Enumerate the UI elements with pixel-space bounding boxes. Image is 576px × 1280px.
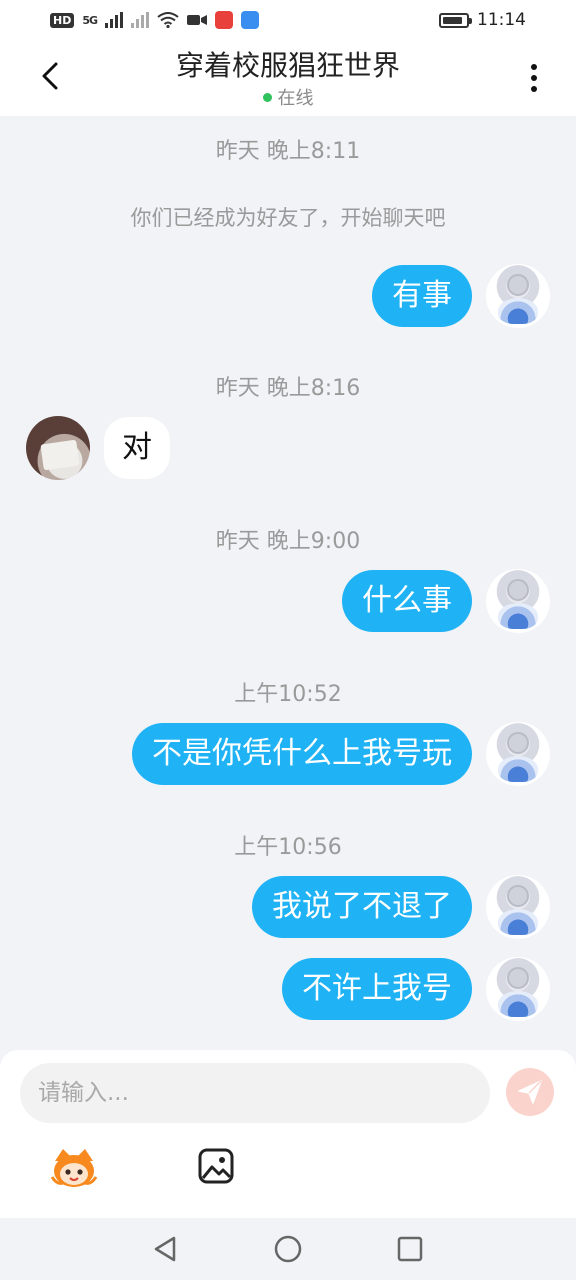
notification-app-icon <box>215 11 234 29</box>
chat-header: 穿着校服猖狂世界 在线 <box>0 40 576 116</box>
battery-icon <box>439 12 472 28</box>
hd-badge: HD <box>50 12 75 28</box>
wifi-icon <box>157 12 179 28</box>
send-icon <box>518 1080 542 1104</box>
more-options-button[interactable] <box>514 58 554 98</box>
system-message: 你们已经成为好友了，开始聊天吧 <box>130 206 446 230</box>
signal-icon <box>105 12 124 28</box>
status-left: HD 5G <box>50 11 260 29</box>
message-bubble-me[interactable]: 有事 <box>372 265 472 327</box>
video-icon <box>187 15 208 25</box>
clock: 11:14 <box>477 10 526 30</box>
message-bubble-peer[interactable]: 对 <box>104 417 170 479</box>
timestamp: 昨天 晚上9:00 <box>215 529 361 554</box>
my-avatar[interactable] <box>486 569 550 633</box>
nav-home-icon <box>274 1235 302 1263</box>
nav-back-button[interactable] <box>148 1232 182 1266</box>
my-avatar[interactable] <box>486 957 550 1021</box>
my-avatar[interactable] <box>486 875 550 939</box>
online-dot-icon <box>262 92 272 102</box>
timestamp: 上午10:56 <box>234 835 342 860</box>
nav-recents-icon <box>397 1236 423 1262</box>
signal-x-icon <box>131 12 150 28</box>
notification-app-icon-2 <box>241 11 260 29</box>
emoji-mascot-icon <box>50 1149 98 1187</box>
nav-back-icon <box>154 1236 176 1262</box>
timestamp: 上午10:52 <box>234 682 342 707</box>
more-vertical-icon <box>531 64 537 92</box>
timestamp: 昨天 晚上8:11 <box>215 139 361 164</box>
system-nav-bar <box>0 1218 576 1280</box>
composer-panel <box>0 1050 576 1218</box>
image-icon <box>198 1148 234 1184</box>
timestamp: 昨天 晚上8:16 <box>215 376 361 401</box>
message-bubble-me[interactable]: 不许上我号 <box>282 958 472 1020</box>
image-button[interactable] <box>196 1146 236 1186</box>
message-bubble-me[interactable]: 不是你凭什么上我号玩 <box>132 723 472 785</box>
my-avatar[interactable] <box>486 722 550 786</box>
message-input[interactable] <box>20 1063 490 1123</box>
message-bubble-me[interactable]: 我说了不退了 <box>252 876 472 938</box>
nav-recents-button[interactable] <box>393 1232 427 1266</box>
message-bubble-me[interactable]: 什么事 <box>342 570 472 632</box>
peer-avatar[interactable] <box>26 416 90 480</box>
status-bar: HD 5G 11:14 <box>0 0 576 40</box>
send-button[interactable] <box>506 1068 554 1116</box>
my-avatar[interactable] <box>486 264 550 328</box>
status-right: 11:14 <box>439 10 526 30</box>
online-status: 在线 <box>0 84 576 110</box>
online-status-label: 在线 <box>277 88 314 109</box>
emoji-button[interactable] <box>48 1146 100 1190</box>
chat-title: 穿着校服猖狂世界 <box>175 49 400 82</box>
signal-label: 5G <box>82 13 98 27</box>
nav-home-button[interactable] <box>271 1232 305 1266</box>
